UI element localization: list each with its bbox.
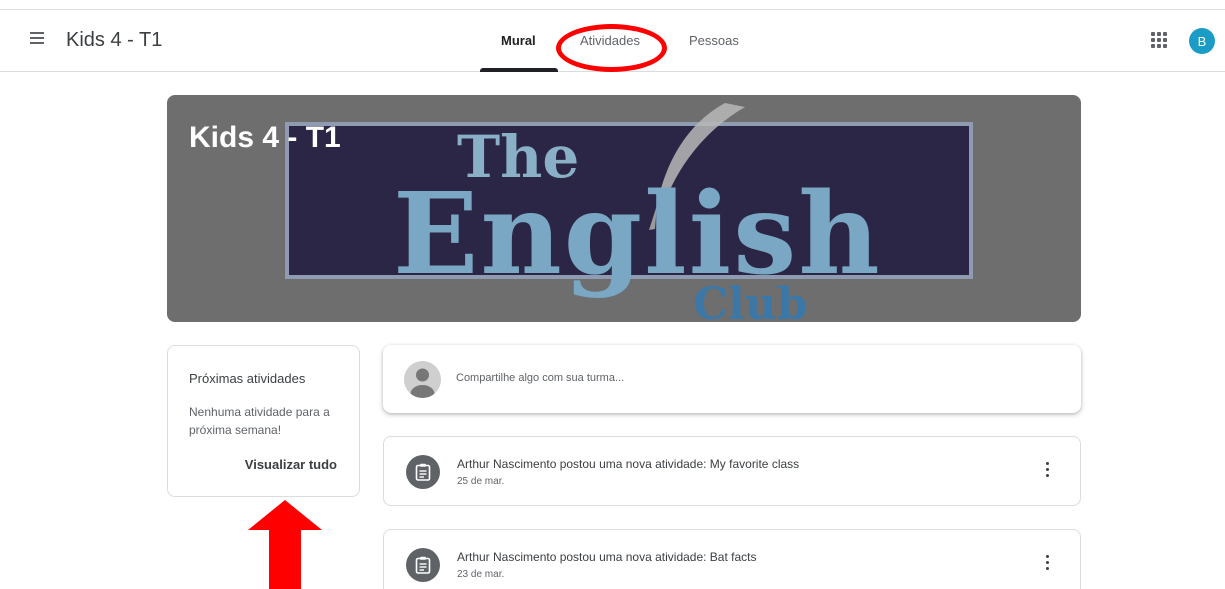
account-avatar[interactable]: B bbox=[1189, 28, 1215, 54]
logo-word-club: Club bbox=[693, 279, 808, 322]
tab-atividades[interactable]: Atividades bbox=[580, 33, 640, 48]
apps-grid-icon[interactable] bbox=[1151, 32, 1167, 48]
top-app-bar: Kids 4 - T1 Mural Atividades Pessoas B bbox=[0, 10, 1225, 72]
classroom-page: Kids 4 - T1 Mural Atividades Pessoas B T… bbox=[0, 0, 1225, 589]
share-placeholder: Compartilhe algo com sua turma... bbox=[456, 372, 625, 384]
post-text: Arthur Nascimento postou uma nova ativid… bbox=[457, 550, 757, 564]
tab-pessoas[interactable]: Pessoas bbox=[689, 33, 739, 48]
user-avatar-icon bbox=[404, 361, 441, 398]
more-options-icon[interactable] bbox=[1043, 462, 1051, 482]
stream-post[interactable]: Arthur Nascimento postou uma nova ativid… bbox=[383, 436, 1081, 506]
stream-post[interactable]: Arthur Nascimento postou uma nova ativid… bbox=[383, 529, 1081, 589]
annotation-red-arrow-icon bbox=[248, 500, 322, 589]
assignment-icon bbox=[406, 455, 440, 489]
tab-mural[interactable]: Mural bbox=[501, 33, 536, 48]
post-text: Arthur Nascimento postou uma nova ativid… bbox=[457, 457, 800, 471]
logo-word-english: English bbox=[393, 169, 882, 300]
english-club-logo: The English Club bbox=[393, 103, 882, 322]
annotation-red-ellipse bbox=[556, 24, 667, 72]
active-tab-indicator bbox=[480, 68, 558, 72]
post-date: 25 de mar. bbox=[457, 476, 505, 487]
banner-class-title: Kids 4 - T1 bbox=[189, 121, 341, 154]
hamburger-menu-icon[interactable] bbox=[30, 32, 48, 46]
upcoming-title: Próximas atividades bbox=[189, 371, 306, 386]
assignment-icon bbox=[406, 548, 440, 582]
class-name-title[interactable]: Kids 4 - T1 bbox=[66, 29, 162, 52]
view-all-link[interactable]: Visualizar tudo bbox=[245, 457, 337, 472]
upcoming-empty-text: Nenhuma atividade para a próxima semana! bbox=[189, 405, 330, 437]
upcoming-activities-card: Próximas atividades Nenhuma atividade pa… bbox=[167, 345, 360, 497]
share-post-box[interactable]: Compartilhe algo com sua turma... bbox=[383, 345, 1081, 413]
post-date: 23 de mar. bbox=[457, 569, 505, 580]
more-options-icon[interactable] bbox=[1043, 555, 1051, 575]
